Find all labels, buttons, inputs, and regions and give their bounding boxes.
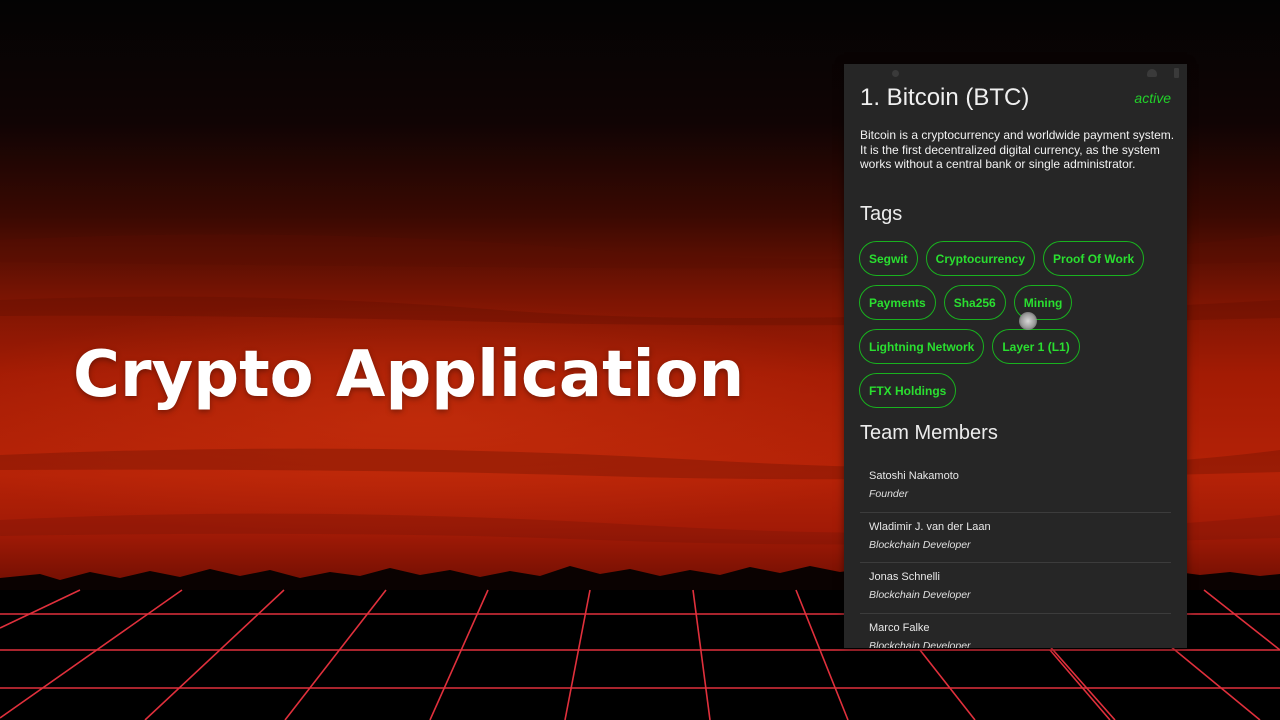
tag-lightning-network[interactable]: Lightning Network: [859, 329, 985, 364]
list-item[interactable]: Marco Falke Blockchain Developer: [860, 614, 1171, 649]
tag-payments[interactable]: Payments: [859, 285, 936, 320]
member-role: Blockchain Developer: [869, 589, 971, 601]
team-list[interactable]: Satoshi Nakamoto Founder Wladimir J. van…: [860, 462, 1171, 648]
tag-list: Segwit Cryptocurrency Proof Of Work Paym…: [859, 241, 1179, 417]
tag-proof-of-work[interactable]: Proof Of Work: [1043, 241, 1145, 276]
tag-segwit[interactable]: Segwit: [859, 241, 918, 276]
list-item[interactable]: Satoshi Nakamoto Founder: [860, 462, 1171, 513]
team-heading: Team Members: [860, 422, 998, 444]
tag-row: Segwit Cryptocurrency Proof Of Work: [859, 241, 1179, 276]
tag-layer-1[interactable]: Layer 1 (L1): [992, 329, 1080, 364]
tag-cryptocurrency[interactable]: Cryptocurrency: [925, 241, 1036, 276]
wifi-icon: [1147, 69, 1157, 77]
member-name: Wladimir J. van der Laan: [869, 520, 991, 533]
member-role: Blockchain Developer: [869, 538, 971, 551]
phone-screen: 1. Bitcoin (BTC) active Bitcoin is a cry…: [844, 64, 1187, 648]
tag-row: Lightning Network Layer 1 (L1): [859, 329, 1179, 364]
headline: Crypto Application: [73, 338, 745, 412]
tag-ftx-holdings[interactable]: FTX Holdings: [859, 373, 957, 408]
tag-row: FTX Holdings: [859, 373, 1179, 408]
battery-icon: [1174, 68, 1179, 78]
touch-indicator-icon: [1019, 312, 1037, 330]
member-name: Jonas Schnelli: [869, 571, 940, 583]
member-role: Blockchain Developer: [869, 639, 971, 649]
camera-dot-icon: [892, 70, 899, 77]
tag-row: Payments Sha256 Mining: [859, 285, 1179, 320]
member-role: Founder: [869, 488, 909, 500]
list-item[interactable]: Wladimir J. van der Laan Blockchain Deve…: [860, 513, 1171, 563]
list-item[interactable]: Jonas Schnelli Blockchain Developer: [860, 563, 1171, 614]
tags-heading: Tags: [860, 203, 903, 225]
coin-description: Bitcoin is a cryptocurrency and worldwid…: [860, 128, 1175, 172]
status-badge: active: [1134, 90, 1171, 106]
coin-title: 1. Bitcoin (BTC): [860, 84, 1030, 111]
status-bar: [844, 64, 1187, 84]
member-name: Marco Falke: [869, 621, 930, 634]
tag-sha256[interactable]: Sha256: [943, 285, 1006, 320]
member-name: Satoshi Nakamoto: [869, 470, 959, 482]
